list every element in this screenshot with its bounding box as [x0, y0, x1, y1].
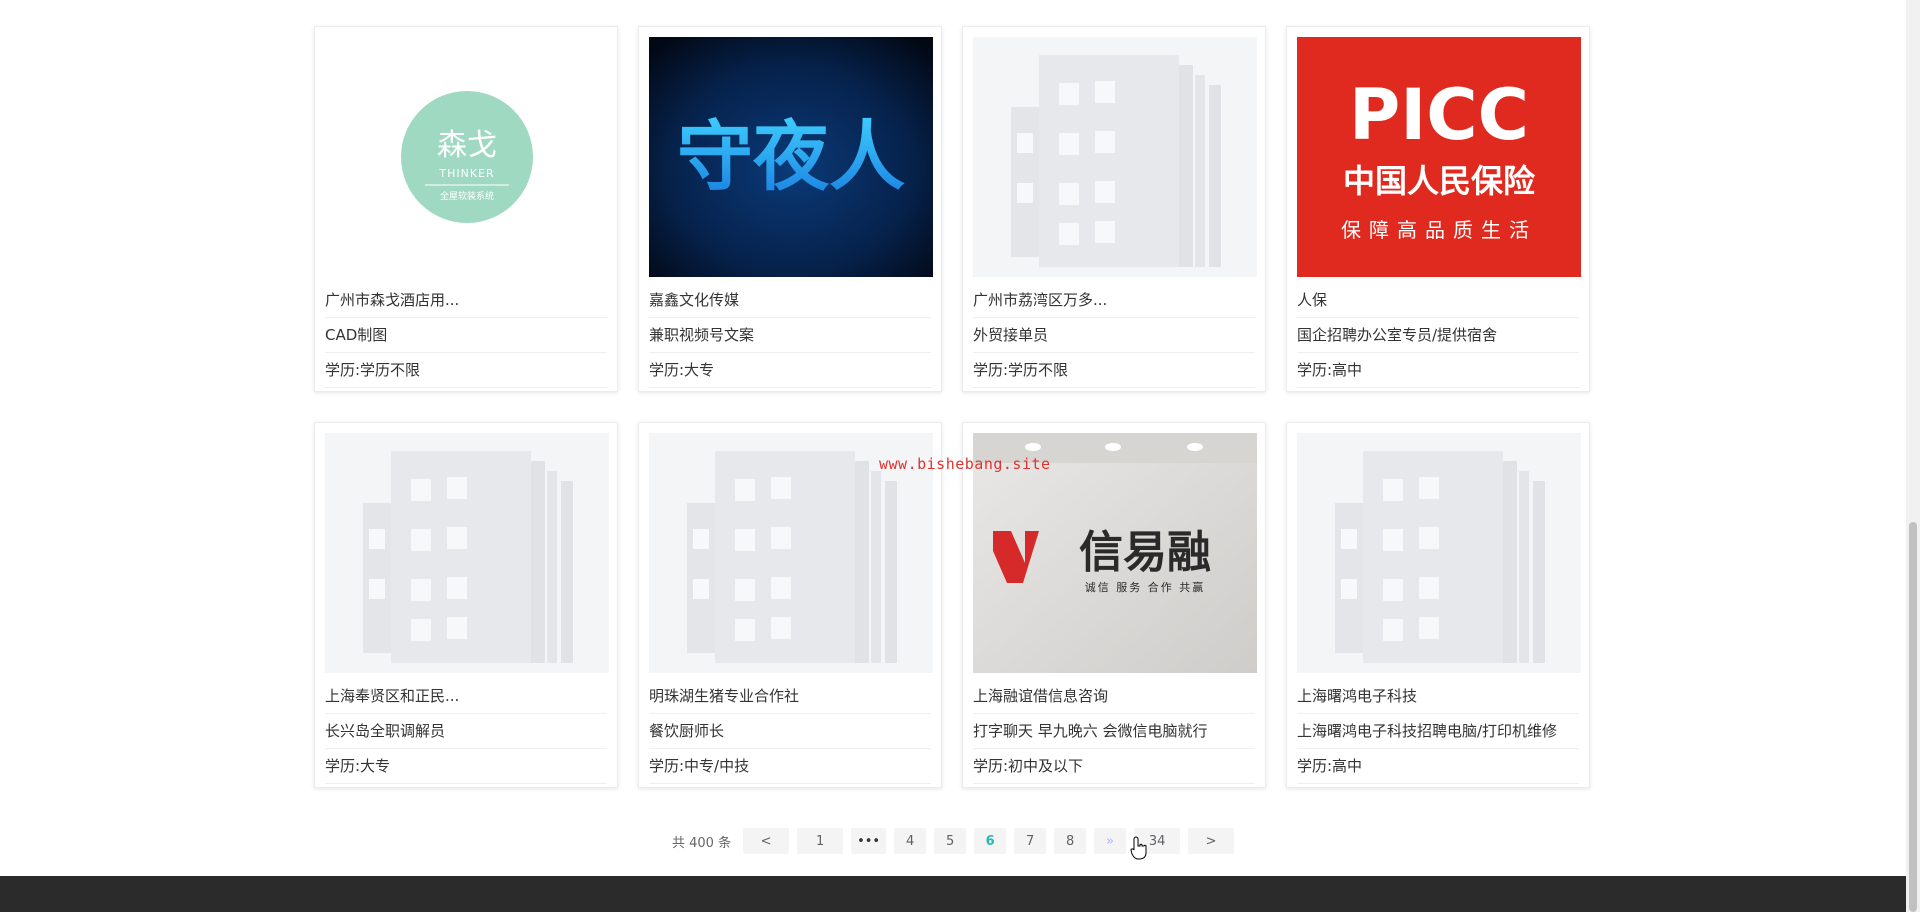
page-button[interactable]: 1	[797, 828, 844, 854]
company-name: 广州市森戈酒店用...	[325, 283, 607, 318]
company-grid: 森戈 THINKER 全屋软装系统 广州市森戈酒店用... CAD制图 学历:学…	[314, 26, 1590, 788]
company-name: 人保	[1297, 283, 1579, 318]
total-count: 共 400 条	[672, 835, 732, 851]
company-name: 上海曙鸿电子科技	[1297, 679, 1579, 714]
placeholder-building-icon	[325, 433, 609, 673]
education: 学历:大专	[325, 749, 607, 784]
company-name: 广州市荔湾区万多...	[973, 283, 1255, 318]
job-title: 长兴岛全职调解员	[325, 714, 607, 749]
education: 学历:高中	[1297, 353, 1579, 388]
company-logo: 守夜人	[649, 37, 933, 277]
job-title: 打字聊天 早九晚六 会微信电脑就行	[973, 714, 1255, 749]
logo-text: 森戈	[437, 128, 497, 163]
education: 学历:学历不限	[325, 353, 607, 388]
job-title: 上海曙鸿电子科技招聘电脑/打印机维修	[1297, 714, 1579, 749]
job-title: 餐饮厨师长	[649, 714, 931, 749]
company-card[interactable]: 广州市荔湾区万多... 外贸接单员 学历:学历不限	[962, 26, 1266, 392]
logo-sub: THINKER	[438, 167, 494, 180]
logo-sub: 中国人民保险	[1343, 162, 1536, 200]
page-ellipsis[interactable]: •••	[851, 828, 887, 854]
company-name: 明珠湖生猪专业合作社	[649, 679, 931, 714]
company-name: 嘉鑫文化传媒	[649, 283, 931, 318]
company-card[interactable]: 森戈 THINKER 全屋软装系统 广州市森戈酒店用... CAD制图 学历:学…	[314, 26, 618, 392]
page-button-active[interactable]: 6	[974, 828, 1007, 854]
company-card[interactable]: 明珠湖生猪专业合作社 餐饮厨师长 学历:中专/中技	[638, 422, 942, 788]
hand-cursor-icon	[1130, 836, 1148, 864]
placeholder-building-icon	[1297, 433, 1581, 673]
job-title: 国企招聘办公室专员/提供宿舍	[1297, 318, 1579, 353]
company-card[interactable]: 上海曙鸿电子科技 上海曙鸿电子科技招聘电脑/打印机维修 学历:高中	[1286, 422, 1590, 788]
company-name: 上海融谊借信息咨询	[973, 679, 1255, 714]
job-title: 外贸接单员	[973, 318, 1255, 353]
logo-text: PICC	[1349, 74, 1529, 156]
logo-text: 信易融	[1079, 527, 1211, 578]
company-logo: PICC 中国人民保险 保障高品质生活	[1297, 37, 1581, 277]
education: 学历:学历不限	[973, 353, 1255, 388]
watermark: www.bishebang.site	[879, 455, 1051, 473]
scrollbar-thumb[interactable]	[1909, 522, 1917, 912]
company-card[interactable]: 上海奉贤区和正民... 长兴岛全职调解员 学历:大专	[314, 422, 618, 788]
education: 学历:大专	[649, 353, 931, 388]
page-button[interactable]: 4	[894, 828, 927, 854]
company-card[interactable]: 守夜人 嘉鑫文化传媒 兼职视频号文案 学历:大专	[638, 26, 942, 392]
next-page-button[interactable]: >	[1188, 828, 1235, 854]
education: 学历:中专/中技	[649, 749, 931, 784]
logo-tag: 保障高品质生活	[1341, 218, 1537, 242]
logo-text: 守夜人	[677, 112, 905, 201]
job-title: 兼职视频号文案	[649, 318, 931, 353]
company-card[interactable]: PICC 中国人民保险 保障高品质生活 人保 国企招聘办公室专员/提供宿舍 学历…	[1286, 26, 1590, 392]
education: 学历:高中	[1297, 749, 1579, 784]
company-card[interactable]: 信易融 诚信 服务 合作 共赢 上海融谊借信息咨询 打字聊天 早九晚六 会微信电…	[962, 422, 1266, 788]
company-logo: 森戈 THINKER 全屋软装系统	[325, 37, 609, 277]
prev-page-button[interactable]: <	[743, 828, 790, 854]
education: 学历:初中及以下	[973, 749, 1255, 784]
fast-forward-button[interactable]: »	[1094, 828, 1127, 854]
pagination: 共 400 条 < 1 ••• 4 5 6 7 8 » 34 >	[672, 828, 1235, 854]
scrollbar[interactable]	[1906, 0, 1920, 912]
page-button[interactable]: 5	[934, 828, 967, 854]
job-title: CAD制图	[325, 318, 607, 353]
logo-sub: 诚信 服务 合作 共赢	[1085, 580, 1206, 594]
page-button[interactable]: 8	[1054, 828, 1087, 854]
logo-tag: 全屋软装系统	[440, 190, 494, 202]
page: 森戈 THINKER 全屋软装系统 广州市森戈酒店用... CAD制图 学历:学…	[0, 0, 1920, 912]
page-button[interactable]: 7	[1014, 828, 1047, 854]
footer	[0, 876, 1920, 912]
placeholder-building-icon	[973, 37, 1257, 277]
company-name: 上海奉贤区和正民...	[325, 679, 607, 714]
